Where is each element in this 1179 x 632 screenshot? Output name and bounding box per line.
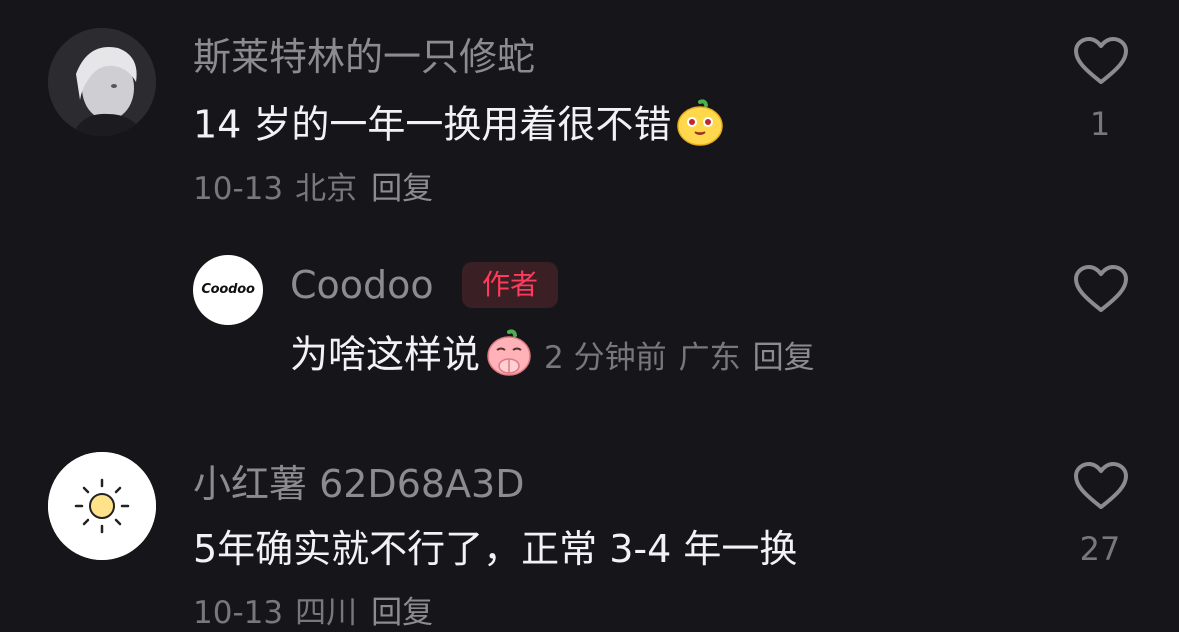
reply-button[interactable]: 回复 [371, 171, 433, 207]
yellow-face-emoji-icon [675, 98, 725, 148]
comment-location: 四川 [295, 595, 358, 631]
pink-praying-face-emoji-icon [484, 328, 534, 378]
avatar[interactable]: Coodoo [193, 255, 263, 325]
sun-icon [48, 452, 156, 560]
comment-content[interactable]: 14 岁的一年一换用着很不错 [193, 99, 725, 152]
comment-username[interactable]: 斯莱特林的一只修蛇 [193, 38, 535, 76]
comment-meta: 10-13 四川 回复 [193, 598, 433, 629]
comment-date: 10-13 [193, 171, 284, 207]
heart-icon[interactable] [1073, 36, 1129, 86]
comment-meta: 10-13 北京 回复 [193, 174, 433, 205]
author-badge: 作者 [462, 262, 558, 308]
comment-list: 斯莱特林的一只修蛇 14 岁的一年一换用着很不错 10-13 北京 回复 1 Coo… [0, 0, 1179, 632]
comment-content[interactable]: 为啥这样说 2 分钟前 广东 回复 [290, 329, 815, 382]
heart-icon[interactable] [1073, 461, 1129, 511]
heart-icon[interactable] [1073, 264, 1129, 314]
avatar[interactable] [48, 452, 156, 560]
user-photo-icon [48, 28, 156, 136]
reply-button[interactable]: 回复 [371, 595, 433, 631]
comment-location: 广东 [678, 339, 741, 376]
comment-text: 14 岁的一年一换用着很不错 [193, 102, 672, 147]
comment-date: 10-13 [193, 595, 284, 631]
comment-location: 北京 [295, 171, 358, 207]
comment-time: 2 分钟前 [544, 339, 667, 376]
comment-content[interactable]: 5年确实就不行了，正常 3-4 年一换 [193, 530, 797, 568]
comment-text: 为啥这样说 [290, 332, 481, 377]
comment-username[interactable]: Coodoo [290, 266, 434, 304]
like-count: 1 [1089, 105, 1111, 143]
comment-username[interactable]: 小红薯 62D68A3D [193, 465, 524, 503]
reply-button[interactable]: 回复 [753, 340, 815, 376]
like-count: 27 [1079, 530, 1121, 568]
comment-meta: 2 分钟前 广东 回复 [544, 340, 815, 376]
coodoo-logo: Coodoo [201, 282, 255, 297]
avatar[interactable] [48, 28, 156, 136]
